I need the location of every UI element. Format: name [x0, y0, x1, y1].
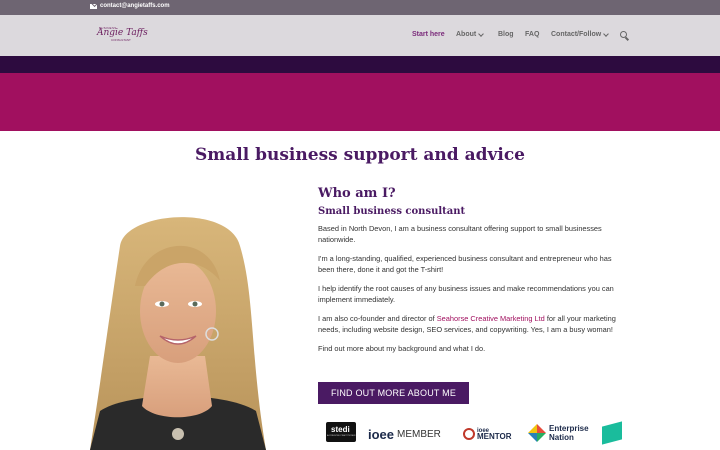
contact-email[interactable]: contact@angietaffs.com — [100, 3, 170, 9]
logo-script-text: Angie Taffs — [97, 28, 148, 38]
nav-item-start-here[interactable]: Start here — [412, 31, 445, 38]
nav-label: About — [456, 31, 477, 38]
ioee-member-logo: ioee MEMBER — [368, 426, 441, 442]
nav-label: FAQ — [525, 31, 540, 38]
portrait-photo — [90, 206, 266, 450]
site-header: BUSINESS Angie Taffs CONSULTANT Start he… — [0, 15, 720, 56]
stedi-logo: stedi ACCREDITED PRACTITIONER — [326, 422, 356, 442]
hero-band-dark — [0, 56, 720, 73]
accreditation-logos: stedi ACCREDITED PRACTITIONER ioee MEMBE… — [318, 420, 630, 446]
find-out-paragraph: Find out more about my background and wh… — [318, 344, 486, 353]
enterprise-nation-logo: Enterprise Nation — [528, 422, 589, 444]
ioee-mentor-logo: ioee MENTOR — [463, 425, 512, 443]
envelope-icon — [90, 3, 97, 9]
top-bar: contact@angietaffs.com — [0, 0, 720, 15]
intro-paragraph: Based in North Devon, I am a business co… — [318, 224, 602, 244]
chevron-down-icon — [478, 30, 485, 37]
nav-label: Contact/Follow — [551, 31, 602, 38]
cofounder-paragraph: I am also co-founder and director of Sea… — [318, 314, 616, 334]
seahorse-link[interactable]: Seahorse Creative Marketing Ltd — [437, 314, 545, 323]
nav-label: Start here — [412, 31, 445, 38]
hero-band-pink — [0, 73, 720, 131]
find-out-more-button[interactable]: FIND OUT MORE ABOUT ME — [318, 382, 469, 404]
consultant-subheading: Small business consultant — [318, 206, 466, 217]
nav-item-blog[interactable]: Blog — [498, 31, 514, 38]
logo-tagline: CONSULTANT — [111, 38, 131, 42]
chevron-down-icon — [603, 30, 610, 37]
nav-item-faq[interactable]: FAQ — [525, 31, 539, 38]
nav-label: Blog — [498, 31, 514, 38]
help-paragraph: I help identify the root causes of any b… — [318, 284, 614, 304]
about-section: Who am I? Small business consultant Base… — [318, 186, 630, 354]
nav-item-contact-follow[interactable]: Contact/Follow — [551, 30, 610, 38]
nav-item-about[interactable]: About — [456, 30, 485, 38]
search-button[interactable] — [620, 31, 629, 41]
who-am-i-heading: Who am I? — [318, 186, 396, 201]
page-title: Small business support and advice — [195, 145, 525, 165]
site-logo[interactable]: BUSINESS Angie Taffs CONSULTANT — [97, 26, 159, 42]
enterprise-nation-icon — [528, 424, 546, 442]
contact-email-link[interactable]: contact@angietaffs.com — [90, 3, 170, 9]
teal-badge-logo — [602, 421, 622, 445]
experience-paragraph: I'm a long-standing, qualified, experien… — [318, 254, 612, 274]
mentor-circle-icon — [463, 428, 475, 440]
